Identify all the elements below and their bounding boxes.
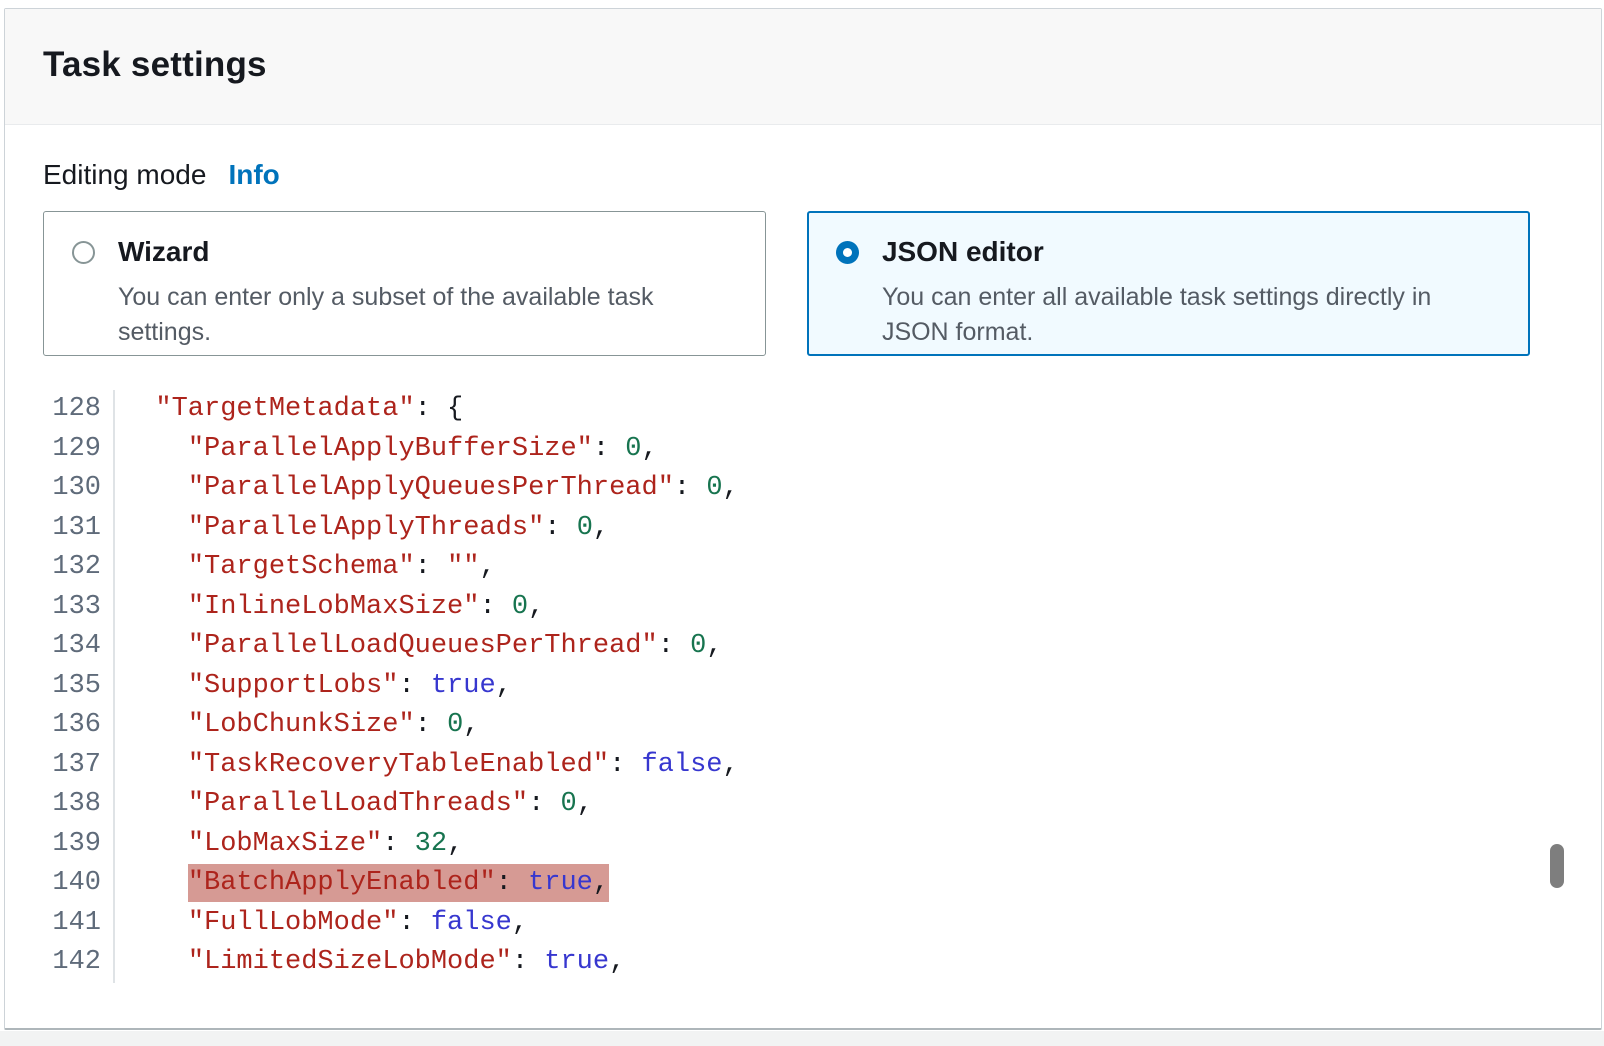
info-link[interactable]: Info bbox=[228, 159, 279, 191]
page-title: Task settings bbox=[43, 45, 1563, 85]
code-line-text: "ParallelApplyQueuesPerThread": 0, bbox=[115, 469, 739, 509]
code-line-text: "ParallelApplyThreads": 0, bbox=[115, 509, 609, 549]
line-number: 134 bbox=[43, 627, 115, 667]
editing-mode-tiles: Wizard You can enter only a subset of th… bbox=[43, 211, 1563, 356]
page: Task settings Editing mode Info Wizard Y… bbox=[0, 0, 1604, 1046]
code-line-text: "InlineLobMaxSize": 0, bbox=[115, 588, 544, 628]
code-line-text: "BatchApplyEnabled": true, bbox=[115, 864, 609, 904]
code-line[interactable]: 136 "LobChunkSize": 0, bbox=[43, 706, 1563, 746]
code-line-text: "ParallelLoadThreads": 0, bbox=[115, 785, 593, 825]
code-line[interactable]: 142 "LimitedSizeLobMode": true, bbox=[43, 943, 1563, 983]
code-line[interactable]: 132 "TargetSchema": "", bbox=[43, 548, 1563, 588]
page-background-strip bbox=[0, 1031, 1604, 1046]
task-settings-panel: Task settings Editing mode Info Wizard Y… bbox=[4, 8, 1602, 1030]
wizard-description: You can enter only a subset of the avail… bbox=[118, 280, 737, 349]
line-number: 137 bbox=[43, 746, 115, 786]
code-line[interactable]: 128 "TargetMetadata": { bbox=[43, 390, 1563, 430]
wizard-title: Wizard bbox=[118, 236, 737, 268]
line-number: 133 bbox=[43, 588, 115, 628]
line-number: 135 bbox=[43, 667, 115, 707]
wizard-radio[interactable] bbox=[72, 241, 95, 264]
code-line[interactable]: 131 "ParallelApplyThreads": 0, bbox=[43, 509, 1563, 549]
code-line-text: "FullLobMode": false, bbox=[115, 904, 528, 944]
panel-body: Editing mode Info Wizard You can enter o… bbox=[5, 159, 1601, 983]
vertical-scrollbar-thumb[interactable] bbox=[1550, 844, 1564, 888]
json-editor-title: JSON editor bbox=[882, 236, 1501, 268]
line-number: 131 bbox=[43, 509, 115, 549]
json-editor-radio[interactable] bbox=[836, 241, 859, 264]
line-number: 136 bbox=[43, 706, 115, 746]
code-line-text: "TargetMetadata": { bbox=[115, 390, 463, 430]
json-editor-tile[interactable]: JSON editor You can enter all available … bbox=[807, 211, 1530, 356]
line-number: 128 bbox=[43, 390, 115, 430]
line-number: 140 bbox=[43, 864, 115, 904]
line-number: 130 bbox=[43, 469, 115, 509]
code-line[interactable]: 140 "BatchApplyEnabled": true, bbox=[43, 864, 1563, 904]
line-number: 139 bbox=[43, 825, 115, 865]
code-line-text: "TargetSchema": "", bbox=[115, 548, 496, 588]
panel-header: Task settings bbox=[5, 9, 1601, 125]
code-line[interactable]: 134 "ParallelLoadQueuesPerThread": 0, bbox=[43, 627, 1563, 667]
editing-mode-row: Editing mode Info bbox=[43, 159, 1563, 191]
line-number: 129 bbox=[43, 430, 115, 470]
line-number: 132 bbox=[43, 548, 115, 588]
code-line[interactable]: 141 "FullLobMode": false, bbox=[43, 904, 1563, 944]
code-line[interactable]: 135 "SupportLobs": true, bbox=[43, 667, 1563, 707]
code-lines: 128 "TargetMetadata": {129 "ParallelAppl… bbox=[43, 390, 1563, 983]
code-line[interactable]: 130 "ParallelApplyQueuesPerThread": 0, bbox=[43, 469, 1563, 509]
wizard-tile[interactable]: Wizard You can enter only a subset of th… bbox=[43, 211, 766, 356]
code-line[interactable]: 137 "TaskRecoveryTableEnabled": false, bbox=[43, 746, 1563, 786]
code-line-text: "LobChunkSize": 0, bbox=[115, 706, 479, 746]
json-code-editor[interactable]: 128 "TargetMetadata": {129 "ParallelAppl… bbox=[43, 390, 1563, 983]
line-number: 142 bbox=[43, 943, 115, 983]
code-line[interactable]: 129 "ParallelApplyBufferSize": 0, bbox=[43, 430, 1563, 470]
editing-mode-label: Editing mode bbox=[43, 159, 206, 191]
highlighted-token: "BatchApplyEnabled": true, bbox=[188, 864, 609, 902]
line-number: 138 bbox=[43, 785, 115, 825]
code-line[interactable]: 133 "InlineLobMaxSize": 0, bbox=[43, 588, 1563, 628]
code-line-text: "ParallelLoadQueuesPerThread": 0, bbox=[115, 627, 723, 667]
code-line-text: "ParallelApplyBufferSize": 0, bbox=[115, 430, 658, 470]
code-line[interactable]: 138 "ParallelLoadThreads": 0, bbox=[43, 785, 1563, 825]
code-line-text: "SupportLobs": true, bbox=[115, 667, 512, 707]
code-line-text: "LimitedSizeLobMode": true, bbox=[115, 943, 625, 983]
code-line[interactable]: 139 "LobMaxSize": 32, bbox=[43, 825, 1563, 865]
code-line-text: "TaskRecoveryTableEnabled": false, bbox=[115, 746, 739, 786]
line-number: 141 bbox=[43, 904, 115, 944]
json-editor-description: You can enter all available task setting… bbox=[882, 280, 1501, 349]
code-line-text: "LobMaxSize": 32, bbox=[115, 825, 463, 865]
